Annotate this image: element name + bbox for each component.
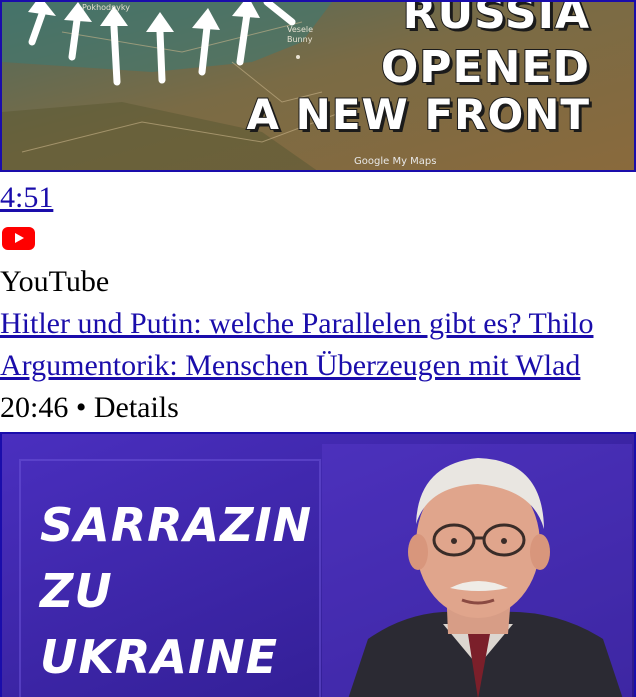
map-credit: Google My Maps — [354, 156, 437, 167]
source-name: YouTube — [0, 265, 110, 298]
thumbnail-headline-line: A NEW FRONT — [246, 89, 590, 140]
thumbnail-headline-line: OPENED — [380, 41, 590, 94]
search-results-page: Vesele Bunny Pokhodnyky RUSSIA OPENED A … — [0, 0, 636, 697]
thumbnail-headline-line: SARRAZIN — [40, 498, 313, 552]
thumbnail-headline-line: UKRAINE — [40, 630, 279, 684]
video-meta: 20:46 • Details — [0, 391, 179, 424]
video-title-link[interactable]: Argumentorik: Menschen Überzeugen mit Wl… — [0, 348, 580, 384]
thumbnail-headline-line: ZU — [40, 564, 113, 618]
svg-text:Pokhodnyky: Pokhodnyky — [82, 3, 130, 12]
video-thumbnail-sarrazin-ukraine[interactable]: SARRAZIN ZU UKRAINE — [0, 432, 636, 697]
video-title-link[interactable]: Hitler und Putin: welche Parallelen gibt… — [0, 306, 593, 342]
youtube-play-icon — [2, 227, 35, 250]
thumbnail-headline-line: RUSSIA — [402, 0, 590, 40]
video-duration-link[interactable]: 4:51 — [0, 180, 53, 216]
person-portrait — [348, 458, 623, 697]
video-thumbnail-russia-new-front[interactable]: Vesele Bunny Pokhodnyky RUSSIA OPENED A … — [0, 0, 636, 172]
